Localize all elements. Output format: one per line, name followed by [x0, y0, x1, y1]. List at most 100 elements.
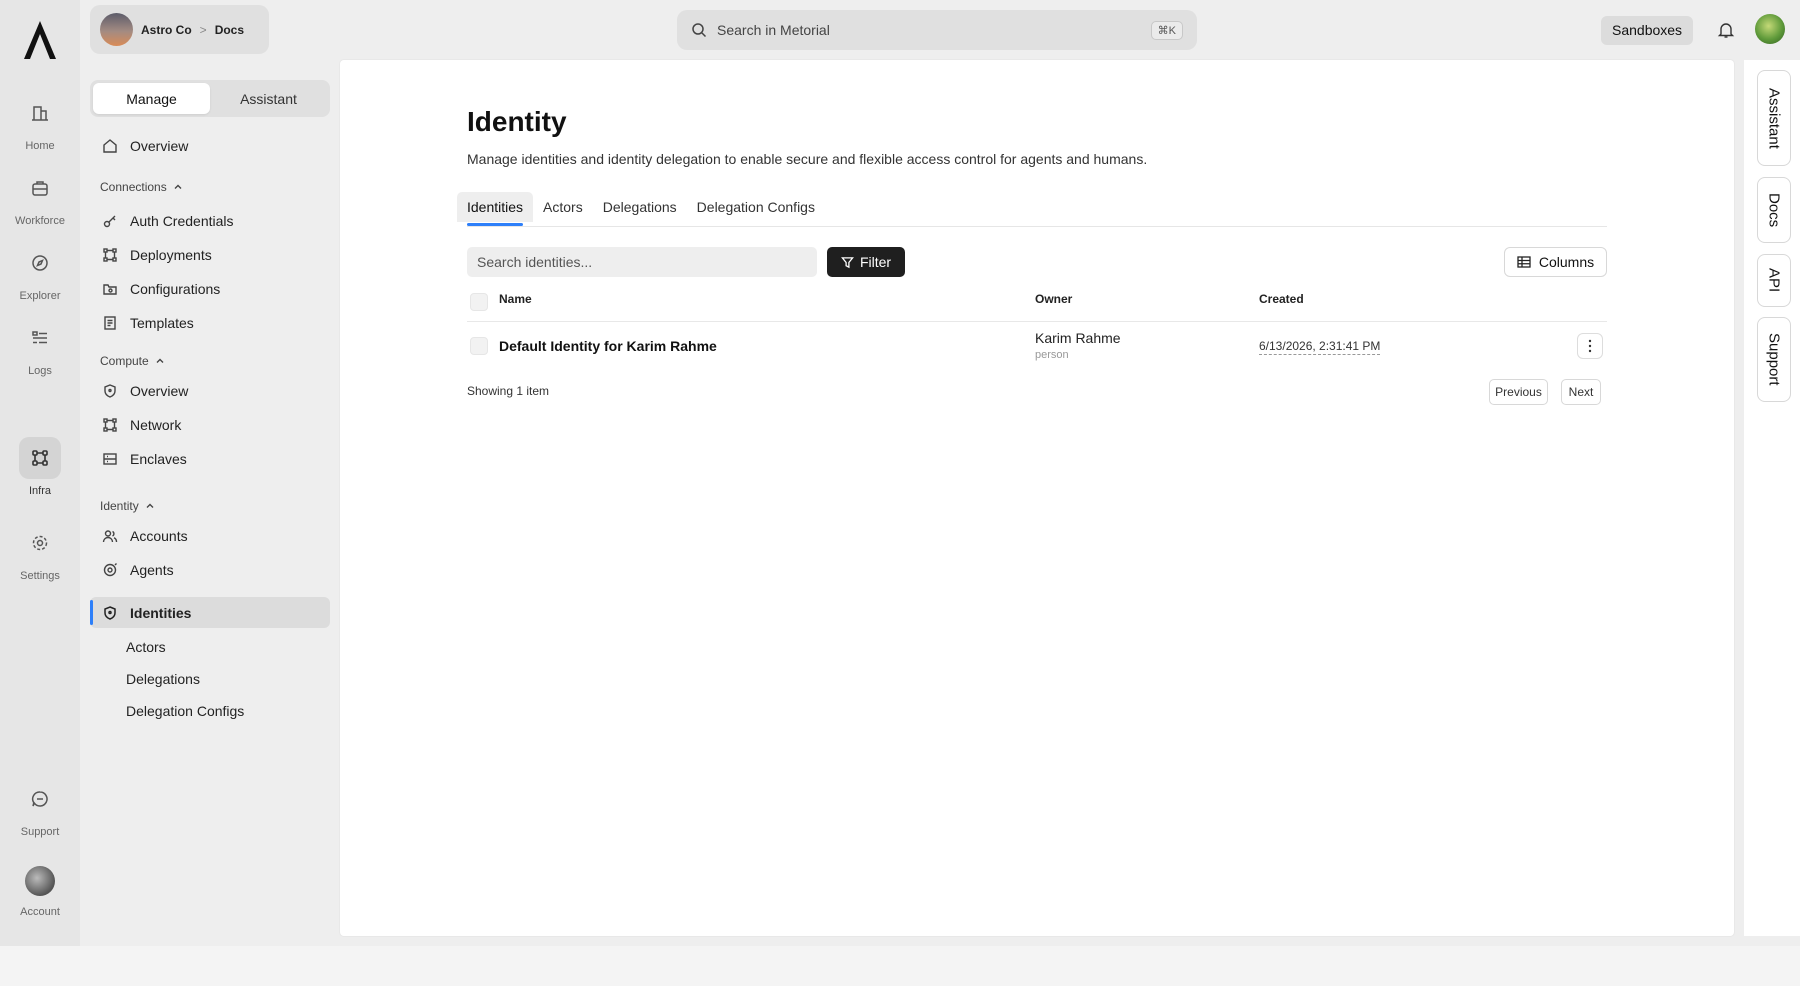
vertical-tab-label: Assistant: [1765, 87, 1783, 149]
rail-label: Explorer: [19, 290, 61, 302]
tab-identities[interactable]: Identities: [457, 192, 534, 226]
right-tab-panel: Assistant Docs API Support: [1744, 60, 1800, 936]
tab-bar: Identities Actors Delegations Delegation…: [457, 192, 825, 226]
chevron-up-icon: [156, 358, 164, 363]
divider: [467, 226, 1607, 227]
divider: [467, 321, 1607, 322]
vertical-tab-api[interactable]: API: [1757, 254, 1791, 307]
key-icon: [103, 215, 116, 227]
sidebar-item-network[interactable]: Network: [90, 409, 330, 440]
sidebar-subitem-delegations[interactable]: Delegations: [126, 671, 200, 687]
tab-assistant[interactable]: Assistant: [210, 83, 327, 114]
chevron-up-icon: [146, 503, 154, 508]
sandboxes-button[interactable]: Sandboxes: [1601, 16, 1694, 45]
previous-button[interactable]: Previous: [1489, 379, 1548, 405]
sidebar-item-overview[interactable]: Overview: [90, 130, 330, 161]
network-icon: [19, 437, 61, 479]
next-button[interactable]: Next: [1561, 379, 1601, 405]
page-title: Identity: [467, 106, 567, 137]
tab-delegation-configs[interactable]: Delegation Configs: [687, 192, 825, 222]
filter-button[interactable]: Filter: [827, 247, 905, 277]
created-date: 6/13/2026, 2:31:41 PM: [1259, 339, 1381, 355]
sidebar-item-compute-overview[interactable]: Overview: [90, 375, 330, 406]
more-vertical-icon: [1588, 339, 1592, 353]
sidebar-item-configurations[interactable]: Configurations: [90, 273, 330, 304]
vertical-tab-label: Docs: [1765, 192, 1783, 228]
folder-icon: [103, 283, 117, 295]
tab-actors[interactable]: Actors: [533, 192, 593, 222]
column-header-created[interactable]: Created: [1259, 292, 1304, 306]
row-checkbox[interactable]: [470, 337, 488, 355]
rail-label: Settings: [20, 570, 60, 582]
workspace-breadcrumb[interactable]: Astro Co > Docs: [90, 5, 269, 54]
rail-item-support[interactable]: Support: [0, 778, 80, 838]
sidebar-item-label: Overview: [130, 137, 189, 154]
sidebar-subitem-delegation-configs[interactable]: Delegation Configs: [126, 703, 244, 719]
rail-item-explorer[interactable]: Explorer: [0, 242, 80, 302]
row-actions-button[interactable]: [1577, 333, 1603, 359]
app-rail: Home Workforce Explorer Logs Infra Setti…: [0, 0, 80, 946]
home-icon: [103, 138, 117, 153]
search-placeholder: Search in Metorial: [717, 22, 830, 38]
building-icon: [19, 92, 61, 134]
section-title: Connections: [100, 180, 167, 194]
users-icon: [102, 529, 118, 542]
chevron-right-icon: >: [199, 22, 207, 37]
tab-delegations[interactable]: Delegations: [593, 192, 687, 222]
sidebar-item-label: Overview: [130, 382, 189, 399]
filter-label: Filter: [859, 254, 892, 270]
sidebar-item-enclaves[interactable]: Enclaves: [90, 443, 330, 474]
sidebar-item-templates[interactable]: Templates: [90, 307, 330, 338]
section-title: Compute: [100, 354, 149, 368]
sidebar-subitem-actors[interactable]: Actors: [126, 639, 166, 655]
document-icon: [104, 315, 116, 330]
vertical-tab-assistant[interactable]: Assistant: [1757, 70, 1791, 166]
vertical-tab-docs[interactable]: Docs: [1757, 177, 1791, 243]
rail-item-workforce[interactable]: Workforce: [0, 167, 80, 227]
sidebar-item-agents[interactable]: Agents: [90, 554, 330, 585]
shield-icon: [104, 383, 116, 398]
vertical-tab-support[interactable]: Support: [1757, 317, 1791, 402]
owner-name: Karim Rahme: [1035, 330, 1121, 346]
bell-icon[interactable]: [1717, 21, 1735, 39]
select-all-checkbox[interactable]: [470, 293, 488, 311]
owner-type: person: [1035, 349, 1069, 361]
rail-item-infra[interactable]: Infra: [0, 437, 80, 497]
table-icon: [1517, 256, 1531, 268]
briefcase-icon: [19, 167, 61, 209]
sidebar-item-accounts[interactable]: Accounts: [90, 520, 330, 551]
chat-icon: [19, 778, 61, 820]
global-search[interactable]: Search in Metorial ⌘K: [677, 10, 1197, 50]
section-compute[interactable]: Compute: [100, 354, 165, 368]
section-connections[interactable]: Connections: [100, 180, 183, 194]
main-panel: Identity Manage identities and identity …: [340, 60, 1734, 936]
rail-item-home[interactable]: Home: [0, 92, 80, 152]
filter-icon: [840, 256, 854, 268]
sidebar-item-label: Templates: [130, 314, 194, 331]
sidebar-item-label: Agents: [130, 561, 174, 578]
rail-item-account[interactable]: Account: [0, 866, 80, 918]
metorial-logo[interactable]: [20, 18, 60, 62]
column-header-owner[interactable]: Owner: [1035, 292, 1072, 306]
rail-item-logs[interactable]: Logs: [0, 317, 80, 377]
identity-name[interactable]: Default Identity for Karim Rahme: [499, 338, 717, 354]
section-title: Identity: [100, 499, 139, 513]
rail-label: Infra: [28, 485, 51, 497]
sidebar-item-label: Deployments: [130, 246, 212, 263]
vertical-tab-label: API: [1765, 268, 1783, 293]
rail-label: Home: [25, 140, 55, 152]
sidebar-item-auth-credentials[interactable]: Auth Credentials: [90, 205, 330, 236]
vertical-tab-label: Support: [1765, 333, 1783, 386]
tab-manage[interactable]: Manage: [93, 83, 210, 114]
user-avatar[interactable]: [1755, 14, 1785, 44]
columns-button[interactable]: Columns: [1504, 247, 1607, 277]
search-identities-input[interactable]: Search identities...: [467, 247, 817, 277]
section-identity[interactable]: Identity: [100, 499, 155, 513]
rail-item-settings[interactable]: Settings: [0, 522, 80, 582]
server-icon: [103, 452, 117, 465]
breadcrumb-docs[interactable]: Docs: [215, 23, 244, 37]
column-header-name[interactable]: Name: [499, 292, 532, 306]
sidebar-item-deployments[interactable]: Deployments: [90, 239, 330, 270]
bottom-strip: [0, 946, 1800, 986]
sidebar-item-identities[interactable]: Identities: [90, 597, 330, 628]
